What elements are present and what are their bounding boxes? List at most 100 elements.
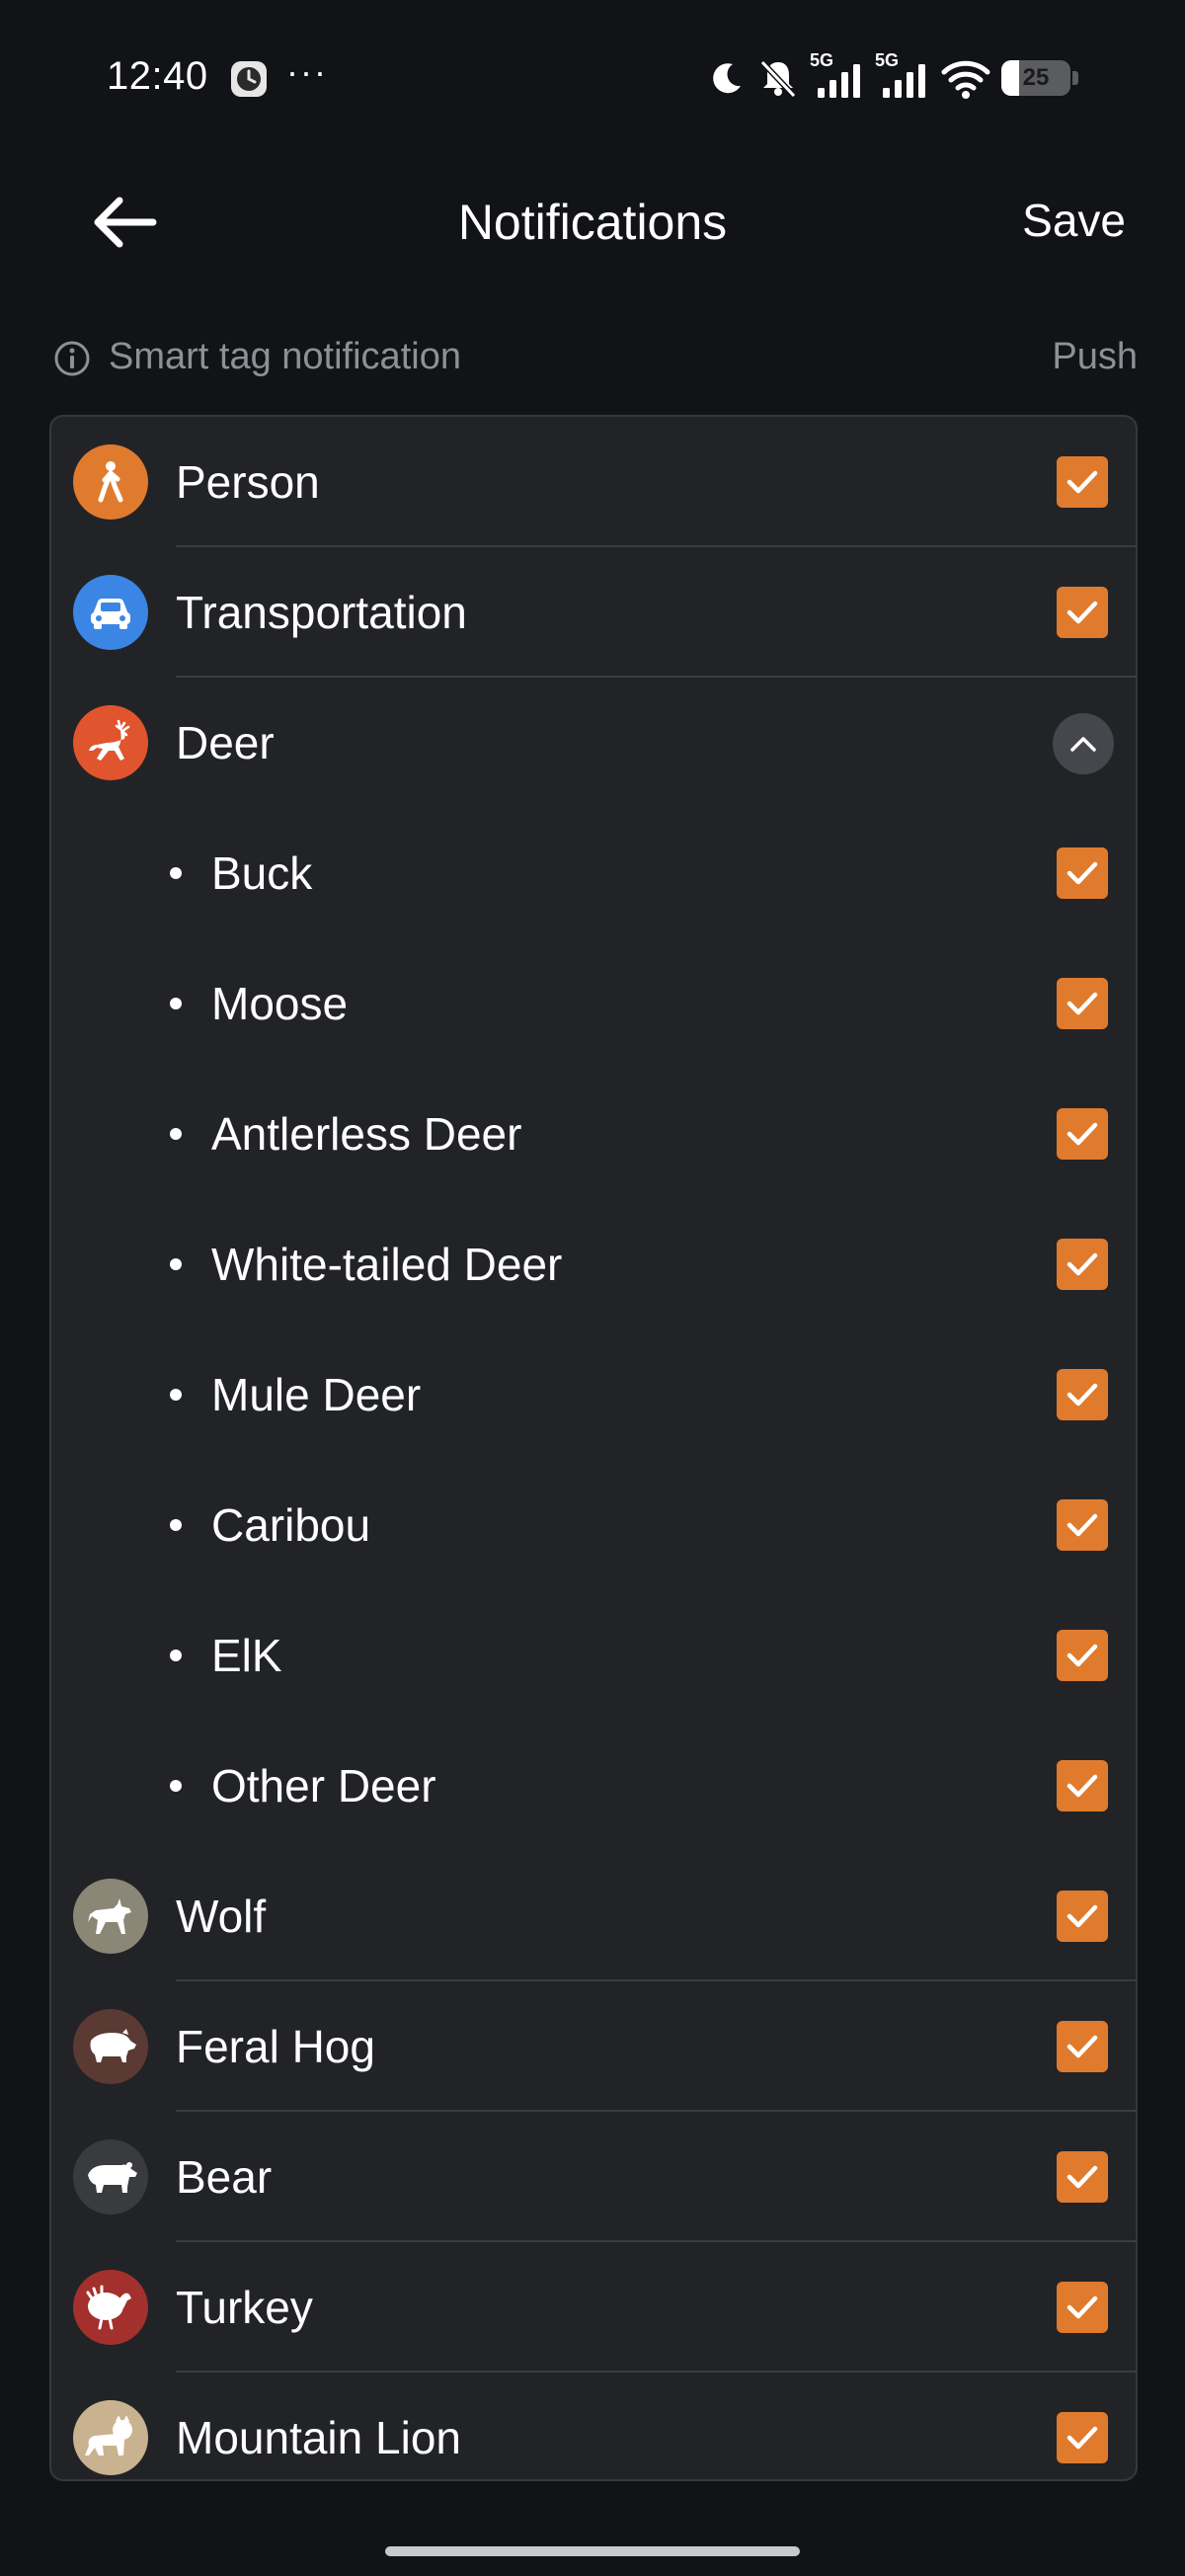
category-label: Transportation bbox=[176, 587, 467, 638]
checkmark-icon bbox=[1066, 1642, 1099, 1669]
notifications-screen: 12:40 ··· 5G 5G 25 Notifications Save Sm… bbox=[0, 0, 1185, 2576]
section-label: Smart tag notification bbox=[109, 336, 461, 377]
push-checkbox[interactable] bbox=[1057, 1369, 1108, 1420]
wifi-icon bbox=[941, 60, 990, 99]
subcategory-label: White-tailed Deer bbox=[211, 1239, 563, 1290]
push-checkbox[interactable] bbox=[1057, 456, 1108, 508]
push-checkbox[interactable] bbox=[1057, 1239, 1108, 1290]
signal-strength-icon-2: 5G bbox=[875, 50, 930, 100]
category-row-mountain-lion[interactable]: Mountain Lion bbox=[51, 2373, 1136, 2479]
bullet-icon bbox=[170, 1650, 182, 1661]
category-row-deer[interactable]: Deer bbox=[51, 678, 1136, 808]
bullet-icon bbox=[170, 867, 182, 879]
checkmark-icon bbox=[1066, 990, 1099, 1017]
bear-icon bbox=[82, 2157, 139, 2197]
checkmark-icon bbox=[1066, 2294, 1099, 2321]
checkmark-icon bbox=[1066, 1511, 1099, 1539]
category-row-person[interactable]: Person bbox=[51, 417, 1136, 547]
deer-avatar bbox=[73, 705, 148, 780]
bullet-icon bbox=[170, 1128, 182, 1140]
push-checkbox[interactable] bbox=[1057, 847, 1108, 899]
clock-app-icon bbox=[231, 61, 267, 97]
home-indicator[interactable] bbox=[385, 2546, 800, 2556]
info-icon[interactable] bbox=[53, 340, 91, 377]
checkmark-icon bbox=[1066, 2163, 1099, 2191]
subcategory-label: Antlerless Deer bbox=[211, 1108, 522, 1160]
mountain-lion-avatar bbox=[73, 2400, 148, 2475]
person-walking-avatar bbox=[73, 444, 148, 520]
push-checkbox[interactable] bbox=[1057, 1891, 1108, 1942]
subcategory-label: Other Deer bbox=[211, 1760, 436, 1811]
notification-category-list: Person Transportation Deer Buck Moose Antlerl… bbox=[49, 415, 1138, 2481]
signal-strength-icon-1: 5G bbox=[810, 50, 865, 100]
car-avatar bbox=[73, 575, 148, 650]
battery-cap bbox=[1072, 71, 1078, 85]
category-row-bear[interactable]: Bear bbox=[51, 2112, 1136, 2242]
battery-icon: 25 bbox=[1001, 60, 1070, 96]
battery-level: 25 bbox=[1022, 64, 1050, 91]
push-checkbox[interactable] bbox=[1057, 2412, 1108, 2463]
subcategory-row-buck[interactable]: Buck bbox=[51, 808, 1136, 938]
subcategory-row-elk[interactable]: ElK bbox=[51, 1590, 1136, 1721]
category-row-feral-hog[interactable]: Feral Hog bbox=[51, 1981, 1136, 2112]
push-checkbox[interactable] bbox=[1057, 2021, 1108, 2072]
checkmark-icon bbox=[1066, 1902, 1099, 1930]
push-checkbox[interactable] bbox=[1057, 1108, 1108, 1160]
push-checkbox[interactable] bbox=[1057, 1499, 1108, 1551]
category-label: Turkey bbox=[176, 2282, 313, 2333]
turkey-icon bbox=[84, 2285, 137, 2330]
push-checkbox[interactable] bbox=[1057, 1630, 1108, 1681]
checkmark-icon bbox=[1066, 468, 1099, 496]
subcategory-label: ElK bbox=[211, 1630, 282, 1681]
bell-muted-icon bbox=[759, 59, 797, 99]
push-column-label: Push bbox=[1052, 336, 1138, 377]
collapse-button[interactable] bbox=[1053, 713, 1114, 774]
status-bar: 12:40 ··· 5G 5G 25 bbox=[0, 0, 1185, 158]
subcategory-row-caribou[interactable]: Caribou bbox=[51, 1460, 1136, 1590]
wolf-avatar bbox=[73, 1879, 148, 1954]
chevron-up-icon bbox=[1068, 734, 1098, 754]
bullet-icon bbox=[170, 1258, 182, 1270]
category-label: Person bbox=[176, 456, 320, 508]
push-checkbox[interactable] bbox=[1057, 587, 1108, 638]
status-icons: 5G 5G 25 bbox=[707, 50, 1078, 103]
subcategory-row-other-deer[interactable]: Other Deer bbox=[51, 1721, 1136, 1851]
push-checkbox[interactable] bbox=[1057, 2151, 1108, 2203]
subcategory-row-mule-deer[interactable]: Mule Deer bbox=[51, 1329, 1136, 1460]
turkey-avatar bbox=[73, 2270, 148, 2345]
car-icon bbox=[87, 593, 134, 632]
checkmark-icon bbox=[1066, 2424, 1099, 2452]
more-notifications-icon: ··· bbox=[286, 51, 328, 92]
subcategory-row-white-tailed-deer[interactable]: White-tailed Deer bbox=[51, 1199, 1136, 1329]
subcategory-row-antlerless-deer[interactable]: Antlerless Deer bbox=[51, 1069, 1136, 1199]
deer-icon bbox=[83, 717, 138, 768]
checkmark-icon bbox=[1066, 2033, 1099, 2060]
moon-icon bbox=[713, 63, 741, 94]
category-label: Bear bbox=[176, 2151, 273, 2203]
save-button[interactable]: Save bbox=[1022, 194, 1126, 247]
subcategory-label: Caribou bbox=[211, 1499, 371, 1551]
subcategory-row-moose[interactable]: Moose bbox=[51, 938, 1136, 1069]
push-checkbox[interactable] bbox=[1057, 2282, 1108, 2333]
category-row-wolf[interactable]: Wolf bbox=[51, 1851, 1136, 1981]
category-row-transportation[interactable]: Transportation bbox=[51, 547, 1136, 678]
checkmark-icon bbox=[1066, 599, 1099, 626]
checkmark-icon bbox=[1066, 1381, 1099, 1409]
checkmark-icon bbox=[1066, 859, 1099, 887]
checkmark-icon bbox=[1066, 1120, 1099, 1148]
mountain-lion-icon bbox=[83, 2416, 138, 2459]
hog-icon bbox=[83, 2027, 138, 2066]
header-bar: Notifications Save bbox=[0, 158, 1185, 286]
wolf-icon bbox=[84, 1894, 137, 1938]
section-header: Smart tag notification Push bbox=[49, 326, 1138, 391]
subcategory-label: Mule Deer bbox=[211, 1369, 422, 1420]
page-title: Notifications bbox=[457, 195, 728, 250]
checkmark-icon bbox=[1066, 1772, 1099, 1800]
subcategory-label: Moose bbox=[211, 978, 349, 1029]
push-checkbox[interactable] bbox=[1057, 978, 1108, 1029]
bullet-icon bbox=[170, 1389, 182, 1401]
push-checkbox[interactable] bbox=[1057, 1760, 1108, 1811]
category-label: Wolf bbox=[176, 1891, 267, 1942]
bear-avatar bbox=[73, 2139, 148, 2214]
category-row-turkey[interactable]: Turkey bbox=[51, 2242, 1136, 2373]
